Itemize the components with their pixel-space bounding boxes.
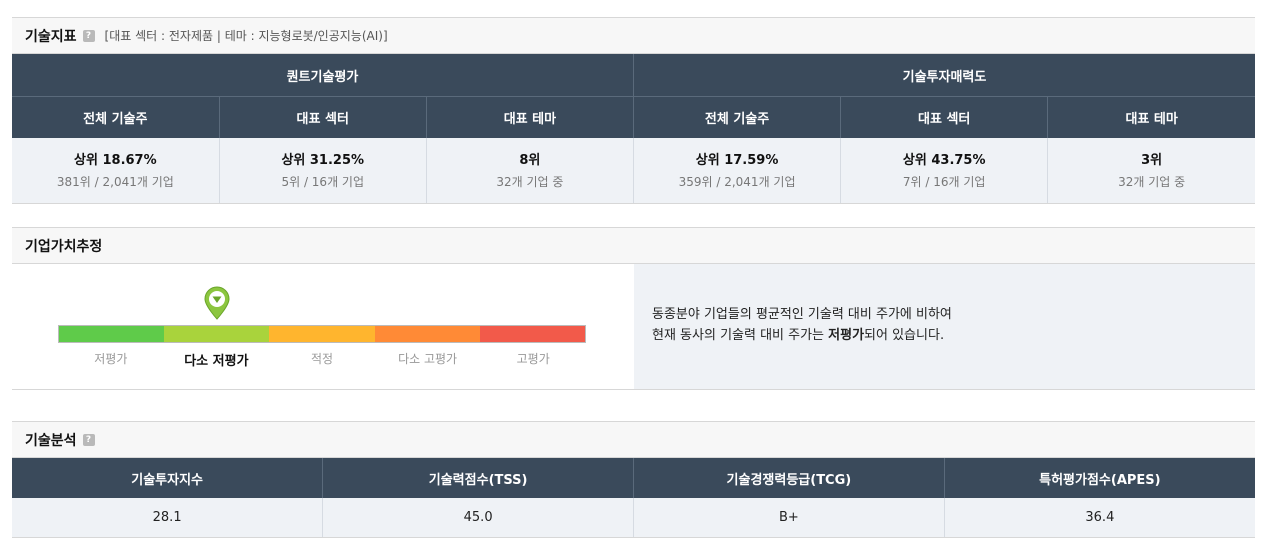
desc-line2-bold: 저평가 [828,328,865,343]
col-header: 대표 테마 [425,96,634,138]
valuation-segment [164,326,270,342]
valuation-gauge: 저평가 다소 저평가 적정 다소 고평가 고평가 [12,264,634,389]
valuation-text: 동종분야 기업들의 평균적인 기술력 대비 주가에 비하여 현재 동사의 기술력… [652,304,952,346]
col-header: 대표 섹터 [218,96,427,138]
analysis-header: 기술분석 ? [12,421,1255,458]
rank-cell: 상위 17.59% 359위 / 2,041개 기업 [632,138,841,204]
rank-main: 3위 [1141,153,1163,168]
group-attractiveness: 기술투자매력도 [632,54,1255,97]
valuation-bar [58,325,586,343]
analysis-value: 28.1 [12,498,323,538]
valuation-label: 저평가 [94,352,128,366]
tech-index-title: 기술지표 [25,28,77,45]
tech-index-header: 기술지표 ? [대표 섹터 : 전자제품 | 테마 : 지능형로봇/인공지능(A… [12,17,1255,54]
analysis-value: 36.4 [943,498,1255,538]
help-icon[interactable]: ? [82,29,95,42]
help-icon[interactable]: ? [82,433,95,446]
valuation-labels: 저평가 다소 저평가 적정 다소 고평가 고평가 [58,350,586,369]
col-header: 기술투자지수 [12,458,323,498]
valuation-label: 적정 [310,352,334,366]
valuation-header: 기업가치추정 [12,227,1255,264]
col-header: 특허평가점수(APES) [943,458,1255,498]
col-header: 전체 기술주 [12,96,220,138]
analysis-table: 기술투자지수 기술력점수(TSS) 기술경쟁력등급(TCG) 특허평가점수(AP… [12,458,1255,538]
rank-sub: 32개 기업 중 [1118,175,1186,189]
valuation-label: 다소 고평가 [398,352,458,366]
rank-main: 상위 17.59% [695,153,779,168]
rank-sub: 359위 / 2,041개 기업 [678,175,796,189]
valuation-label: 고평가 [516,352,550,366]
rank-cell: 8위 32개 기업 중 [425,138,634,204]
rank-cell: 상위 43.75% 7위 / 16개 기업 [840,138,1048,204]
col-header: 대표 섹터 [840,96,1048,138]
valuation-segment [479,326,586,342]
analysis-value: B+ [633,498,945,538]
valuation-body: 저평가 다소 저평가 적정 다소 고평가 고평가 동종분야 기업들의 평균적인 기술력 … [12,264,1255,390]
analysis-title: 기술분석 [25,432,77,449]
location-pin-icon [204,286,230,324]
valuation-title: 기업가치추정 [25,238,103,255]
valuation-segment [59,326,165,342]
valuation-segment [374,326,480,342]
col-header: 대표 테마 [1047,96,1255,138]
tech-index-subtitle: [대표 섹터 : 전자제품 | 테마 : 지능형로봇/인공지능(AI)] [104,29,388,43]
rank-cell: 상위 18.67% 381위 / 2,041개 기업 [12,138,220,204]
rank-main: 상위 43.75% [902,153,986,168]
desc-line1: 동종분야 기업들의 평균적인 기술력 대비 주가에 비하여 [652,307,952,322]
group-quant: 퀀트기술평가 [12,54,634,97]
tech-index-table: 퀀트기술평가 기술투자매력도 전체 기술주 대표 섹터 대표 테마 전체 기술주… [12,54,1255,204]
analysis-value: 45.0 [322,498,634,538]
col-header: 전체 기술주 [632,96,841,138]
col-header: 기술력점수(TSS) [322,458,634,498]
valuation-segment [269,326,375,342]
analysis-section: 기술분석 ? 기술투자지수 기술력점수(TSS) 기술경쟁력등급(TCG) 특허… [12,421,1255,538]
rank-main: 상위 31.25% [281,153,365,168]
col-header: 기술경쟁력등급(TCG) [633,458,945,498]
valuation-description: 동종분야 기업들의 평균적인 기술력 대비 주가에 비하여 현재 동사의 기술력… [634,264,1255,389]
rank-sub: 5위 / 16개 기업 [281,175,365,189]
tech-index-section: 기술지표 ? [대표 섹터 : 전자제품 | 테마 : 지능형로봇/인공지능(A… [12,17,1255,204]
rank-sub: 7위 / 16개 기업 [902,175,986,189]
rank-main: 상위 18.67% [74,153,157,168]
desc-line2-pre: 현재 동사의 기술력 대비 주가는 [652,328,829,343]
rank-cell: 3위 32개 기업 중 [1047,138,1255,204]
rank-sub: 381위 / 2,041개 기업 [56,175,174,189]
valuation-label: 다소 저평가 [184,354,249,369]
desc-line2-post: 되어 있습니다. [864,328,945,343]
valuation-section: 기업가치추정 저평가 다소 저평가 적정 다소 고평가 고평가 동종분야 기업들의 평균… [12,227,1255,390]
rank-sub: 32개 기업 중 [496,175,564,189]
rank-cell: 상위 31.25% 5위 / 16개 기업 [218,138,427,204]
rank-main: 8위 [519,153,541,168]
